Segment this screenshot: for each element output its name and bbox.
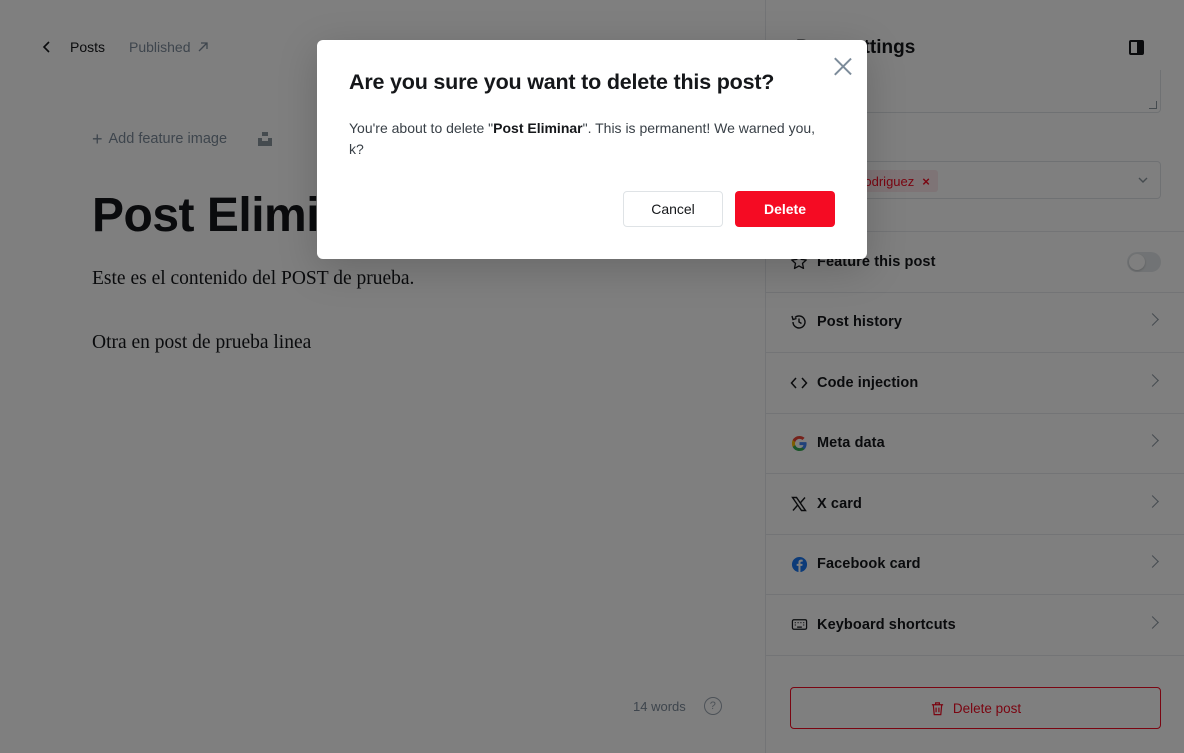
close-icon[interactable]: [834, 57, 852, 75]
modal-text-before: You're about to delete ": [349, 120, 494, 136]
cancel-button[interactable]: Cancel: [623, 191, 723, 227]
modal-message: You're about to delete "Post Eliminar". …: [349, 118, 829, 160]
confirm-delete-button[interactable]: Delete: [735, 191, 835, 227]
modal-post-name: Post Eliminar: [493, 120, 583, 136]
modal-title: Are you sure you want to delete this pos…: [349, 70, 775, 94]
delete-confirm-modal: Are you sure you want to delete this pos…: [317, 40, 867, 259]
